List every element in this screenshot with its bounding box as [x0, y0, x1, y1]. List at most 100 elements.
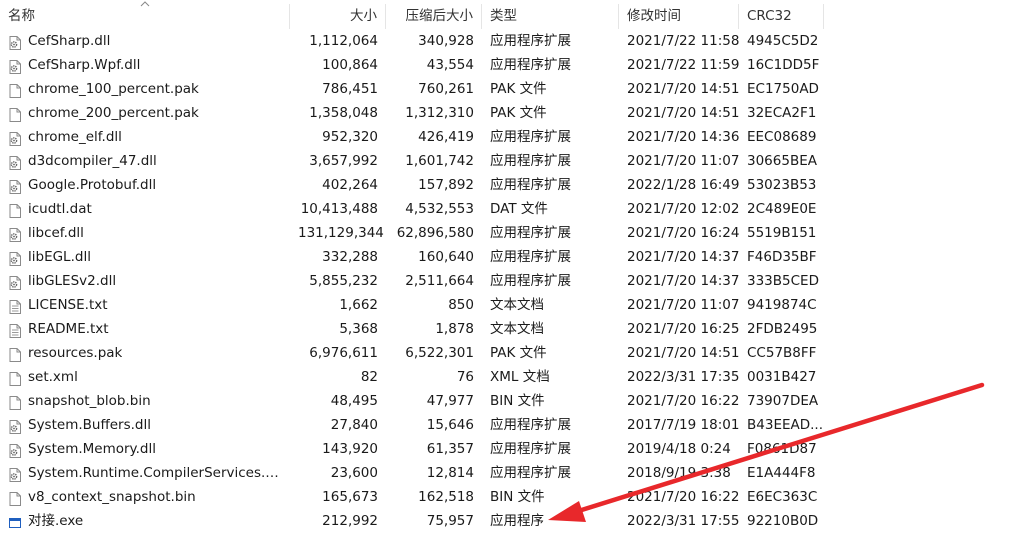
table-row[interactable]: LICENSE.txt 1,662 850 文本文档 2021/7/20 11:07 94… — [0, 293, 824, 317]
table-row[interactable]: set.xml 82 76 XML 文档 2022/3/31 17:35 0031B427 — [0, 365, 824, 389]
table-row[interactable]: System.Memory.dll 143,920 61,357 应用程序扩展 2019… — [0, 437, 824, 461]
file-icon — [9, 346, 21, 362]
file-packed-size: 62,896,580 — [396, 225, 474, 241]
file-name-cell[interactable]: resources.pak — [0, 341, 290, 365]
table-row[interactable]: CefSharp.dll 1,112,064 340,928 应用程序扩展 2021/7… — [0, 29, 824, 53]
file-modified: 2021/7/20 11:07 — [627, 297, 739, 313]
file-type: 应用程序 — [490, 513, 544, 529]
dll-gear-icon — [9, 130, 21, 146]
table-row[interactable]: resources.pak 6,976,611 6,522,301 PAK 文件 202… — [0, 341, 824, 365]
file-type: XML 文档 — [490, 369, 550, 385]
file-modified: 2021/7/22 11:58 — [627, 33, 739, 49]
file-type: 应用程序扩展 — [490, 465, 571, 481]
file-size: 131,129,344 — [298, 225, 384, 241]
file-size: 1,358,048 — [309, 105, 378, 121]
table-row[interactable]: chrome_100_percent.pak 786,451 760,261 PAK … — [0, 77, 824, 101]
file-modified: 2021/7/20 11:07 — [627, 153, 739, 169]
dll-gear-icon — [9, 226, 21, 242]
file-icon — [9, 202, 21, 218]
file-name-cell[interactable]: 对接.exe — [0, 509, 290, 533]
file-size: 1,662 — [339, 297, 378, 313]
column-header-packed-label: 压缩后大小 — [405, 8, 474, 24]
table-row[interactable]: icudtl.dat 10,413,488 4,532,553 DAT 文件 2021/… — [0, 197, 824, 221]
file-name-cell[interactable]: Google.Protobuf.dll — [0, 173, 290, 197]
file-crc: F46D35BF — [747, 249, 817, 265]
file-name-cell[interactable]: System.Buffers.dll — [0, 413, 290, 437]
file-name-cell[interactable]: libGLESv2.dll — [0, 269, 290, 293]
file-modified: 2021/7/20 16:25 — [627, 321, 739, 337]
table-row[interactable]: chrome_200_percent.pak 1,358,048 1,312,310… — [0, 101, 824, 125]
table-row[interactable]: CefSharp.Wpf.dll 100,864 43,554 应用程序扩展 2021/… — [0, 53, 824, 77]
file-name: Google.Protobuf.dll — [28, 177, 157, 193]
file-name-cell[interactable]: d3dcompiler_47.dll — [0, 149, 290, 173]
file-size: 402,264 — [322, 177, 378, 193]
file-name-cell[interactable]: v8_context_snapshot.bin — [0, 485, 290, 509]
file-modified: 2021/7/20 14:51 — [627, 81, 739, 97]
dll-gear-icon — [9, 34, 21, 50]
sort-ascending-icon — [140, 1, 150, 7]
file-name-cell[interactable]: CefSharp.Wpf.dll — [0, 53, 290, 77]
file-name-cell[interactable]: libcef.dll — [0, 221, 290, 245]
column-header-crc-label: CRC32 — [747, 8, 792, 24]
file-name-cell[interactable]: icudtl.dat — [0, 197, 290, 221]
file-size: 27,840 — [330, 417, 378, 433]
file-crc: EEC08689 — [747, 129, 817, 145]
table-row[interactable]: Google.Protobuf.dll 402,264 157,892 应用程序扩展 2… — [0, 173, 824, 197]
file-name: chrome_100_percent.pak — [28, 81, 199, 97]
table-row[interactable]: README.txt 5,368 1,878 文本文档 2021/7/20 16:25 2… — [0, 317, 824, 341]
file-packed-size: 43,554 — [426, 57, 474, 73]
table-row[interactable]: System.Runtime.CompilerServices.Un... 23,… — [0, 461, 824, 485]
file-list: 名称 大小 压缩后大小 类型 修改时间 CRC32 CefSharp.dll 1,… — [0, 0, 1025, 549]
file-crc: CC57B8FF — [747, 345, 817, 361]
file-name-cell[interactable]: System.Memory.dll — [0, 437, 290, 461]
file-name: icudtl.dat — [28, 201, 92, 217]
file-name-cell[interactable]: System.Runtime.CompilerServices.Un... — [0, 461, 290, 485]
file-name-cell[interactable]: chrome_elf.dll — [0, 125, 290, 149]
table-row[interactable]: 对接.exe 212,992 75,957 应用程序 2022/3/31 17:55 92… — [0, 509, 824, 533]
dll-gear-icon — [9, 418, 21, 434]
file-name-cell[interactable]: libEGL.dll — [0, 245, 290, 269]
column-header-modified[interactable]: 修改时间 — [619, 4, 739, 29]
file-name-cell[interactable]: CefSharp.dll — [0, 29, 290, 53]
file-name-cell[interactable]: chrome_200_percent.pak — [0, 101, 290, 125]
table-row[interactable]: libcef.dll 131,129,344 62,896,580 应用程序扩展 202… — [0, 221, 824, 245]
table-row[interactable]: v8_context_snapshot.bin 165,673 162,518 BIN… — [0, 485, 824, 509]
column-header-type[interactable]: 类型 — [482, 4, 619, 29]
file-type: 文本文档 — [490, 321, 544, 337]
file-name: chrome_200_percent.pak — [28, 105, 199, 121]
column-header-type-label: 类型 — [490, 8, 517, 24]
file-name-cell[interactable]: set.xml — [0, 365, 290, 389]
table-row[interactable]: libGLESv2.dll 5,855,232 2,511,664 应用程序扩展 202… — [0, 269, 824, 293]
file-modified: 2021/7/20 16:22 — [627, 393, 739, 409]
file-size: 212,992 — [322, 513, 378, 529]
file-name: d3dcompiler_47.dll — [28, 153, 157, 169]
column-header-packed[interactable]: 压缩后大小 — [386, 4, 482, 29]
file-type: 应用程序扩展 — [490, 33, 571, 49]
file-packed-size: 75,957 — [426, 513, 474, 529]
file-packed-size: 340,928 — [418, 33, 474, 49]
exe-window-icon — [9, 514, 21, 528]
dll-gear-icon — [9, 58, 21, 74]
table-row[interactable]: d3dcompiler_47.dll 3,657,992 1,601,742 应用程序… — [0, 149, 824, 173]
file-name-cell[interactable]: chrome_100_percent.pak — [0, 77, 290, 101]
file-packed-size: 6,522,301 — [405, 345, 474, 361]
column-header-name[interactable]: 名称 — [0, 1, 290, 29]
file-name-cell[interactable]: README.txt — [0, 317, 290, 341]
file-crc: B43EEAD... — [747, 417, 824, 433]
file-name: libEGL.dll — [28, 249, 91, 265]
table-row[interactable]: snapshot_blob.bin 48,495 47,977 BIN 文件 2021/… — [0, 389, 824, 413]
file-size: 952,320 — [322, 129, 378, 145]
file-type: BIN 文件 — [490, 489, 545, 505]
file-packed-size: 1,601,742 — [405, 153, 474, 169]
file-crc: 4945C5D2 — [747, 33, 819, 49]
file-crc: 333B5CED — [747, 273, 819, 289]
column-header-crc[interactable]: CRC32 — [739, 4, 824, 29]
file-name-cell[interactable]: LICENSE.txt — [0, 293, 290, 317]
file-name-cell[interactable]: snapshot_blob.bin — [0, 389, 290, 413]
table-row[interactable]: chrome_elf.dll 952,320 426,419 应用程序扩展 2021/7… — [0, 125, 824, 149]
column-header-modified-label: 修改时间 — [627, 8, 681, 24]
table-row[interactable]: System.Buffers.dll 27,840 15,646 应用程序扩展 2017… — [0, 413, 824, 437]
column-header-size[interactable]: 大小 — [290, 4, 386, 29]
file-type: DAT 文件 — [490, 201, 548, 217]
table-row[interactable]: libEGL.dll 332,288 160,640 应用程序扩展 2021/7/20 … — [0, 245, 824, 269]
